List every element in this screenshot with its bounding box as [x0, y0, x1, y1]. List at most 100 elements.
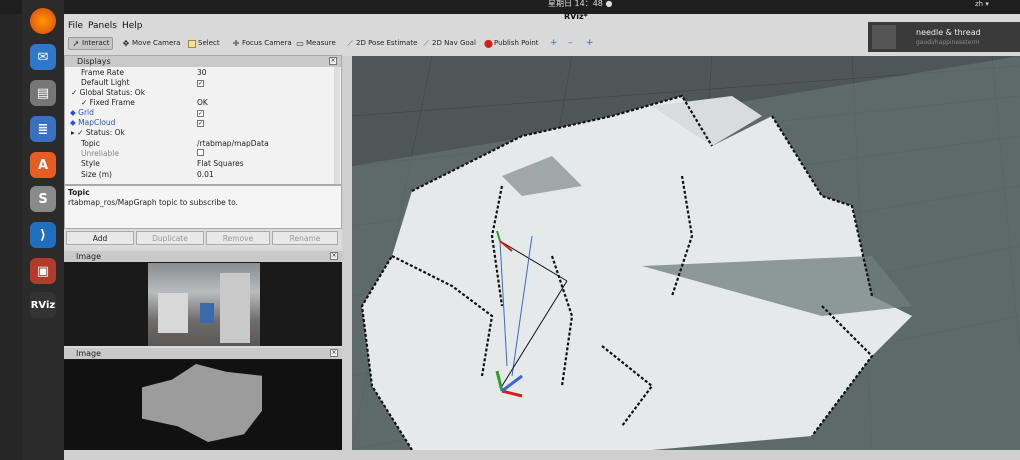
remove-tool-button[interactable]: –	[568, 37, 573, 50]
pose-arrow-icon: ⟋	[347, 38, 353, 48]
menu-bar: File Panels Help	[64, 20, 866, 34]
checkbox[interactable]: ✓	[197, 80, 204, 87]
software-center-icon[interactable]: A	[30, 152, 56, 178]
select-label: Select	[198, 39, 220, 47]
prop-row[interactable]: Style Flat Squares	[65, 159, 335, 169]
tool-properties-label: +	[586, 38, 594, 48]
checkbox[interactable]: ✓	[197, 120, 204, 127]
prop-row[interactable]: Topic /rtabmap/mapData	[65, 139, 335, 149]
prop-key: Size (m)	[81, 170, 112, 179]
image-panel-header: Image ×	[64, 251, 342, 262]
add-tool-label: +	[550, 38, 558, 48]
prop-row[interactable]: Unreliable	[65, 149, 335, 159]
document-icon[interactable]: ≣	[30, 116, 56, 142]
close-icon[interactable]: ×	[329, 57, 337, 65]
style-value[interactable]: Flat Squares	[197, 159, 244, 169]
rviz-icon[interactable]: RViz	[30, 292, 56, 318]
image-panel-title: Image	[76, 252, 102, 261]
prop-key: Style	[81, 159, 100, 168]
move-camera-tool[interactable]: ✥ Move Camera	[122, 37, 181, 50]
checkbox[interactable]: ✓	[197, 110, 204, 117]
remove-button[interactable]: Remove	[206, 231, 270, 245]
nav-goal-label: 2D Nav Goal	[432, 39, 476, 47]
image-region	[158, 293, 188, 333]
notification-title: needle & thread	[916, 28, 981, 37]
render-view-3d[interactable]	[352, 56, 1020, 450]
remove-tool-label: –	[568, 38, 573, 48]
select-box-icon	[188, 39, 196, 48]
menu-file[interactable]: File	[68, 21, 83, 31]
camera-image	[148, 263, 260, 346]
firefox-icon[interactable]	[30, 8, 56, 34]
display-item-grid[interactable]: ◆ Grid ✓	[65, 108, 335, 118]
mapcloud-checkbox[interactable]: ✓	[197, 118, 204, 128]
image-region	[200, 303, 214, 323]
checkbox[interactable]	[197, 149, 204, 156]
prop-row[interactable]: ✓ Fixed Frame OK	[65, 98, 335, 108]
duplicate-button[interactable]: Duplicate	[136, 231, 204, 245]
application-dock: ✉ ▤ ≣ A S ⟩ ▣ RViz	[22, 0, 64, 460]
prop-row[interactable]: Default Light ✓	[65, 78, 335, 88]
display-item-mapcloud[interactable]: ◆ MapCloud ✓	[65, 118, 335, 128]
menu-help[interactable]: Help	[122, 21, 143, 31]
displays-panel: Displays × Frame Rate 30 Default Light ✓…	[64, 55, 342, 185]
mail-icon[interactable]: ✉	[30, 44, 56, 70]
close-icon[interactable]: ×	[330, 349, 338, 357]
prop-row[interactable]: Size (m) 0.01	[65, 170, 335, 180]
prop-value[interactable]: 30	[197, 68, 207, 78]
ruler-icon: ▭	[296, 38, 304, 48]
vscode-icon[interactable]: ⟩	[30, 222, 56, 248]
pose-estimate-tool[interactable]: ⟋ 2D Pose Estimate	[346, 37, 417, 50]
interact-label: Interact	[82, 39, 110, 47]
music-notification[interactable]: needle & thread gaudi/happinessterm	[868, 22, 1020, 52]
interact-tool[interactable]: ➚ Interact	[68, 37, 114, 50]
map-render	[352, 56, 1020, 450]
mapcloud-status-row: ▸ ✓ Status: Ok	[71, 128, 125, 137]
topic-value[interactable]: /rtabmap/mapData	[197, 139, 269, 149]
menu-panels[interactable]: Panels	[88, 21, 117, 31]
tool-properties-button[interactable]: +	[586, 37, 594, 50]
image-region	[220, 273, 250, 343]
measure-tool[interactable]: ▭ Measure	[296, 37, 336, 50]
focus-camera-label: Focus Camera	[242, 39, 292, 47]
display-buttons: Add Duplicate Remove Rename	[64, 229, 342, 247]
status-row: ✓ Global Status: Ok	[71, 88, 146, 97]
files-icon[interactable]: ▤	[30, 80, 56, 106]
image-panel-rgb: Image ×	[64, 251, 342, 346]
focus-camera-tool[interactable]: ✛ Focus Camera	[232, 37, 292, 50]
prop-row[interactable]: ▸ ✓ Status: Ok	[65, 128, 335, 138]
camera-move-icon: ✥	[122, 38, 130, 48]
prop-value[interactable]: OK	[197, 98, 208, 108]
select-tool[interactable]: Select	[188, 37, 220, 50]
clock[interactable]: 星期日 14：48 ●	[548, 0, 612, 8]
size-value[interactable]: 0.01	[197, 170, 214, 180]
grid-checkbox[interactable]: ✓	[197, 108, 204, 118]
image-viewer-icon[interactable]: ▣	[30, 258, 56, 284]
add-tool-button[interactable]: +	[550, 37, 558, 50]
publish-point-tool[interactable]: ⬤ Publish Point	[484, 37, 539, 50]
panel-splitter[interactable]	[342, 56, 352, 450]
prop-key: MapCloud	[78, 118, 116, 127]
description-heading: Topic	[68, 188, 90, 197]
sublime-icon[interactable]: S	[30, 186, 56, 212]
prop-row[interactable]: ✓ Global Status: Ok	[65, 88, 335, 98]
close-icon[interactable]: ×	[330, 252, 338, 260]
tool-bar: ➚ Interact ✥ Move Camera Select ✛ Focus …	[64, 35, 866, 53]
rename-button[interactable]: Rename	[272, 231, 338, 245]
displays-header: Displays ×	[65, 56, 341, 67]
prop-row[interactable]: Frame Rate 30	[65, 68, 335, 78]
displays-scrollbar[interactable]	[334, 67, 340, 184]
add-button[interactable]: Add	[66, 231, 134, 245]
keyboard-indicator[interactable]: zh ▾	[975, 0, 989, 8]
status-bar	[64, 450, 1020, 460]
nav-goal-tool[interactable]: ⟋ 2D Nav Goal	[422, 37, 476, 50]
default-light-checkbox[interactable]: ✓	[197, 78, 204, 88]
notification-subtitle: gaudi/happinessterm	[916, 39, 980, 46]
album-art	[872, 25, 896, 49]
displays-title: Displays	[77, 57, 111, 66]
prop-key: Frame Rate	[81, 68, 124, 77]
unreliable-checkbox[interactable]	[197, 149, 204, 159]
goal-arrow-icon: ⟋	[423, 38, 429, 48]
cursor-icon: ➚	[72, 38, 80, 48]
mapcloud-row: ◆ MapCloud	[70, 118, 116, 127]
